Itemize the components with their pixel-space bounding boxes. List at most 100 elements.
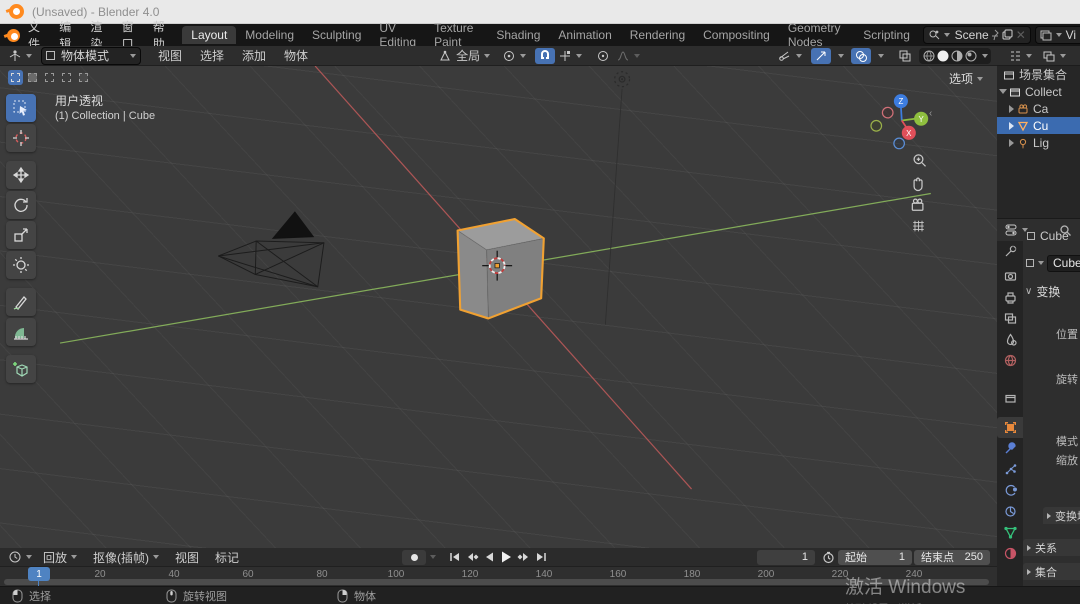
- jump-to-start-button[interactable]: [448, 551, 462, 563]
- tab-render[interactable]: [997, 266, 1023, 287]
- menu-playback[interactable]: 回放: [35, 549, 85, 566]
- tool-add-cube[interactable]: [6, 355, 36, 383]
- tab-layout[interactable]: Layout: [182, 26, 236, 44]
- timeline-ruler[interactable]: 20 40 60 80 100 120 140 160 180 200 220 …: [0, 567, 997, 586]
- auto-keyframe-toggle[interactable]: [402, 550, 426, 565]
- snap-toggle[interactable]: [535, 48, 555, 64]
- material-shading-icon[interactable]: [950, 49, 964, 63]
- relations-panel[interactable]: 关系: [1023, 539, 1080, 556]
- tool-scale[interactable]: [6, 221, 36, 249]
- object-id-dropdown[interactable]: [1023, 255, 1047, 271]
- current-frame-field[interactable]: 1: [757, 550, 815, 565]
- playhead[interactable]: 1: [28, 567, 50, 581]
- select-invert-mode[interactable]: [59, 70, 74, 85]
- expand-icon[interactable]: [1009, 122, 1014, 130]
- pin-icon[interactable]: [989, 29, 1001, 41]
- xray-toggle[interactable]: [895, 48, 915, 64]
- 3d-viewport[interactable]: Z Y X ‹ 用户透视 (1) Collection | Cube: [0, 66, 997, 548]
- tool-annotate[interactable]: [6, 288, 36, 316]
- menu-select[interactable]: 选择: [191, 47, 233, 64]
- view-layer-selector[interactable]: Vi: [1035, 26, 1080, 44]
- axis-neg-x-ball[interactable]: [882, 107, 893, 118]
- rendered-shading-icon[interactable]: [964, 49, 978, 63]
- tab-world[interactable]: [997, 350, 1023, 371]
- frame-end-field[interactable]: 结束点 250: [914, 550, 990, 565]
- transform-orientation[interactable]: 全局: [435, 48, 493, 64]
- pivot-point-button[interactable]: [499, 48, 529, 64]
- cube-object[interactable]: [458, 219, 544, 318]
- pan-button[interactable]: [914, 178, 922, 190]
- outliner-collection[interactable]: Collect: [997, 83, 1080, 100]
- tab-view-layer[interactable]: [997, 308, 1023, 329]
- tab-rendering[interactable]: Rendering: [621, 26, 694, 44]
- snap-settings-button[interactable]: [555, 48, 585, 64]
- menu-view[interactable]: 视图: [149, 47, 191, 64]
- menu-keying[interactable]: 抠像(插帧): [85, 549, 167, 566]
- select-set-mode[interactable]: [8, 70, 23, 85]
- gizmos-dropdown[interactable]: [831, 48, 847, 64]
- tab-scripting[interactable]: Scripting: [854, 26, 919, 44]
- editor-type-button[interactable]: [5, 48, 35, 64]
- tab-material[interactable]: [997, 543, 1023, 564]
- tab-collection[interactable]: [997, 388, 1023, 409]
- outliner-scene-collection[interactable]: 场景集合: [997, 66, 1080, 83]
- select-intersect-mode[interactable]: [76, 70, 91, 85]
- sidebar-toggle-arrow[interactable]: ‹: [929, 108, 932, 119]
- outliner-filter[interactable]: [1039, 48, 1069, 64]
- tab-animation[interactable]: Animation: [549, 26, 620, 44]
- tool-rotate[interactable]: [6, 191, 36, 219]
- proportional-editing-toggle[interactable]: [593, 48, 613, 64]
- proportional-falloff-button[interactable]: [613, 48, 643, 64]
- collections-panel[interactable]: 集合: [1023, 563, 1080, 580]
- menu-object[interactable]: 物体: [275, 47, 317, 64]
- tab-shading[interactable]: Shading: [487, 26, 549, 44]
- perspective-toggle-button[interactable]: [913, 221, 924, 232]
- tab-physics[interactable]: [997, 480, 1023, 501]
- visibility-popover[interactable]: [775, 48, 805, 64]
- transform-panel-header[interactable]: ∨ 变换: [1023, 283, 1080, 300]
- outliner-camera[interactable]: Ca: [997, 100, 1080, 117]
- tab-modifiers[interactable]: [997, 438, 1023, 459]
- tool-select-box[interactable]: [6, 94, 36, 122]
- view-layer-name[interactable]: Vi: [1066, 28, 1076, 42]
- tab-compositing[interactable]: Compositing: [694, 26, 779, 44]
- prev-keyframe-button[interactable]: [465, 551, 480, 563]
- tab-constraints[interactable]: [997, 501, 1023, 522]
- camera-object[interactable]: [218, 212, 324, 287]
- object-name-field[interactable]: Cube: [1047, 255, 1080, 272]
- navigation-gizmo[interactable]: Z Y X: [871, 94, 928, 149]
- overlays-toggle[interactable]: [851, 48, 871, 64]
- tab-sculpting[interactable]: Sculpting: [303, 26, 370, 44]
- tab-modeling[interactable]: Modeling: [236, 26, 303, 44]
- use-preview-range-icon[interactable]: [822, 551, 835, 564]
- prev-frame-button[interactable]: [483, 551, 496, 563]
- axis-neg-z-ball[interactable]: [894, 138, 905, 149]
- delta-transform-panel[interactable]: 变换增量: [1043, 507, 1080, 524]
- select-subtract-mode[interactable]: [42, 70, 57, 85]
- tab-object[interactable]: [997, 417, 1023, 438]
- tool-cursor[interactable]: [6, 124, 36, 152]
- collapse-icon[interactable]: [999, 89, 1007, 94]
- jump-to-end-button[interactable]: [534, 551, 548, 563]
- outliner-display-mode[interactable]: [1005, 48, 1035, 64]
- wireframe-shading-icon[interactable]: [922, 49, 936, 63]
- solid-shading-icon[interactable]: [936, 49, 950, 63]
- chevron-down-icon[interactable]: [982, 54, 988, 58]
- outliner-cube-selected[interactable]: Cu: [997, 117, 1080, 134]
- options-button[interactable]: 选项: [949, 70, 983, 87]
- mode-selector[interactable]: 物体模式: [41, 47, 141, 65]
- select-extend-mode[interactable]: [25, 70, 40, 85]
- frame-start-field[interactable]: 起始 1: [838, 550, 912, 565]
- expand-icon[interactable]: [1009, 105, 1014, 113]
- scene-selector[interactable]: Scene ✕: [923, 26, 1031, 44]
- overlays-dropdown[interactable]: [871, 48, 887, 64]
- tab-object-data[interactable]: [997, 522, 1023, 543]
- tool-measure[interactable]: [6, 318, 36, 346]
- tab-output[interactable]: [997, 287, 1023, 308]
- menu-markers[interactable]: 标记: [207, 549, 247, 566]
- gizmos-toggle[interactable]: [811, 48, 831, 64]
- menu-timeline-view[interactable]: 视图: [167, 549, 207, 566]
- tab-particles[interactable]: [997, 459, 1023, 480]
- timeline-editor-type[interactable]: [5, 549, 35, 565]
- outliner-light[interactable]: Lig: [997, 134, 1080, 151]
